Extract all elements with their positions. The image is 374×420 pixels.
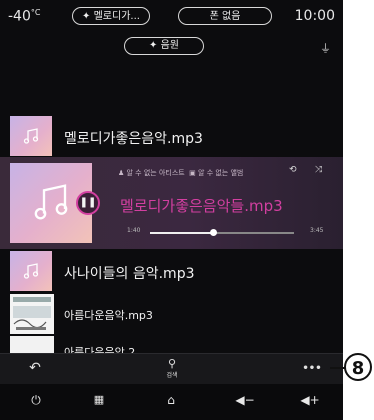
- usb-icon: ⏚: [320, 42, 331, 55]
- home-icon: ⌂: [167, 393, 175, 407]
- source-selector[interactable]: ✦ 음원: [124, 37, 204, 55]
- phone-pill[interactable]: 폰 없음: [178, 7, 272, 25]
- volume-down-icon: ◀−: [235, 393, 255, 407]
- bluetooth-icon: ✦: [149, 40, 158, 51]
- bluetooth-icon: ✦: [82, 11, 91, 22]
- album-name: 알 수 없는 앨범: [198, 169, 244, 177]
- album-art: [10, 294, 54, 334]
- now-playing-title: 멜로디가좋은음악들.mp3: [120, 197, 283, 215]
- home-button[interactable]: ⌂: [160, 393, 182, 411]
- back-icon: ↶: [29, 360, 41, 376]
- volume-up-icon: ◀+: [300, 393, 320, 407]
- search-label: 검색: [166, 372, 178, 379]
- list-item[interactable]: 사나이들의 음악.mp3: [0, 251, 343, 291]
- outside-temperature: -40°C: [8, 8, 41, 25]
- list-item-title: 멜로디가좋은음악.mp3: [64, 131, 203, 147]
- album-art: [10, 116, 52, 156]
- media-screen: -40°C ✦ 멜로디가... 폰 없음 10:00 ✦ 음원 ⏚ 멜로디가좋은…: [0, 0, 343, 420]
- volume-up-button[interactable]: ◀+: [299, 393, 321, 411]
- bluetooth-label: 멜로디가...: [93, 11, 140, 22]
- pause-button[interactable]: ❚❚: [76, 191, 100, 215]
- elapsed-time: 1:40: [127, 227, 141, 234]
- list-item[interactable]: 아름다운음악.mp3: [0, 294, 343, 334]
- music-note-icon: [23, 263, 39, 279]
- now-playing-card: ❚❚ ♟ 알 수 없는 아티스트 ▣ 알 수 없는 앨범 ⟲ ⤨ 멜로디가좋은음…: [0, 157, 343, 249]
- source-label: 음원: [160, 40, 179, 51]
- media-toolbar: ↶ ⚲ 검색 •••: [0, 353, 343, 385]
- music-note-icon: [23, 128, 39, 144]
- now-playing-meta: ♟ 알 수 없는 아티스트 ▣ 알 수 없는 앨범: [118, 168, 243, 178]
- repeat-icon[interactable]: ⟲: [289, 165, 297, 175]
- apps-grid-icon: ▦: [93, 393, 105, 406]
- phone-label: 폰 없음: [209, 11, 241, 22]
- album-cover-image: [10, 294, 54, 334]
- album-icon: ▣: [189, 169, 196, 177]
- search-icon: ⚲: [167, 357, 177, 370]
- bottom-nav: ⏻ ▦ ⌂ ◀− ◀+: [0, 384, 343, 420]
- artist-icon: ♟: [118, 169, 125, 177]
- album-art: [10, 336, 54, 353]
- album-art: [10, 251, 52, 291]
- progress-fill: [150, 232, 214, 234]
- shuffle-icon[interactable]: ⤨: [315, 165, 322, 175]
- back-button[interactable]: ↶: [20, 354, 50, 385]
- list-item[interactable]: 아름다운음악 2: [0, 336, 343, 353]
- callout-number: 8: [344, 353, 372, 381]
- list-item-title: 사나이들의 음악.mp3: [64, 266, 195, 282]
- duration-time: 3:45: [310, 227, 324, 234]
- artist-name: 알 수 없는 아티스트: [126, 169, 185, 177]
- progress-handle[interactable]: [210, 229, 218, 236]
- music-note-icon: [34, 184, 68, 220]
- list-item-title: 아름다운음악 2: [64, 346, 136, 353]
- clock: 10:00: [294, 8, 335, 24]
- apps-button[interactable]: ▦: [88, 393, 110, 411]
- bluetooth-pill[interactable]: ✦ 멜로디가...: [72, 7, 150, 25]
- list-item[interactable]: 멜로디가좋은음악.mp3: [0, 116, 343, 156]
- list-item-title: 아름다운음악.mp3: [64, 309, 153, 322]
- power-button[interactable]: ⏻: [25, 393, 47, 411]
- status-bar: -40°C ✦ 멜로디가... 폰 없음 10:00: [0, 0, 343, 34]
- pause-icon: ❚❚: [79, 197, 97, 208]
- more-icon: •••: [302, 363, 322, 374]
- progress-bar[interactable]: [150, 229, 294, 236]
- search-button[interactable]: ⚲ 검색: [150, 354, 194, 388]
- volume-down-button[interactable]: ◀−: [234, 393, 256, 411]
- more-options-button[interactable]: •••: [294, 354, 330, 385]
- power-icon: ⏻: [31, 393, 41, 407]
